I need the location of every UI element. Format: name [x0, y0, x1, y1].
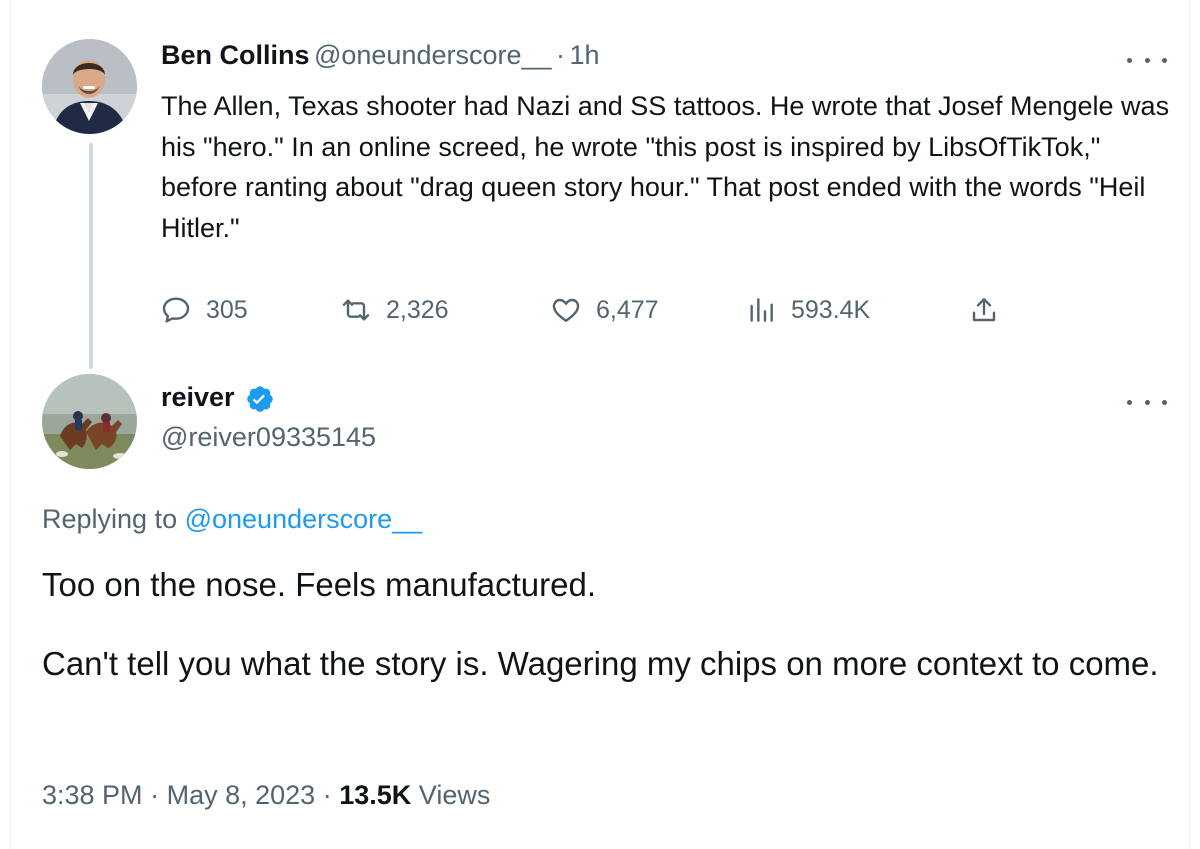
- reply-more-options-button[interactable]: [1127, 392, 1167, 412]
- heart-icon: [552, 298, 580, 322]
- like-count: 6,477: [596, 295, 659, 324]
- more-dot-icon: [1162, 57, 1167, 63]
- reply-tweet-text: Too on the nose. Feels manufactured. Can…: [42, 563, 1162, 685]
- original-author-handle[interactable]: @oneunderscore__: [314, 40, 552, 70]
- original-author-name[interactable]: Ben Collins: [161, 40, 310, 70]
- retweet-button[interactable]: 2,326: [340, 290, 449, 330]
- more-dot-icon: [1127, 57, 1132, 63]
- reply-views-count: 13.5K: [339, 780, 412, 810]
- more-dot-icon: [1144, 399, 1150, 405]
- header-separator: ·: [556, 40, 565, 70]
- retweet-icon: [342, 299, 370, 321]
- views-button[interactable]: 593.4K: [745, 290, 870, 330]
- more-dot-icon: [1144, 57, 1150, 63]
- reply-author-name-row: reiver: [161, 382, 275, 417]
- like-button[interactable]: 6,477: [550, 290, 659, 330]
- reply-date[interactable]: May 8, 2023: [167, 780, 316, 810]
- reply-views-label: Views: [418, 780, 491, 810]
- original-time-ago[interactable]: 1h: [569, 40, 599, 70]
- retweet-count: 2,326: [386, 295, 449, 324]
- original-tweet-text: The Allen, Texas shooter had Nazi and SS…: [161, 91, 1170, 243]
- reply-icon: [162, 297, 190, 323]
- view-count: 593.4K: [791, 295, 871, 324]
- analytics-icon: [750, 298, 773, 322]
- share-icon: [972, 298, 996, 322]
- ben-collins-avatar[interactable]: [42, 39, 137, 134]
- reply-author-name[interactable]: reiver: [161, 382, 235, 412]
- thread-connector-line: [89, 143, 93, 369]
- meta-separator: ·: [150, 780, 160, 810]
- reply-author-handle[interactable]: @reiver09335145: [161, 422, 376, 452]
- replying-to-label: Replying to: [42, 504, 185, 534]
- share-button[interactable]: [968, 290, 1000, 330]
- reply-count: 305: [206, 295, 248, 324]
- reply-meta-line: 3:38 PM · May 8, 2023 · 13.5K Views: [42, 780, 490, 811]
- replying-to-handle-link[interactable]: @oneunderscore__: [185, 504, 423, 534]
- original-tweet-header: Ben Collins @oneunderscore__ · 1h: [161, 40, 600, 71]
- reiver-avatar[interactable]: [42, 374, 137, 469]
- reply-text-paragraph: Can't tell you what the story is. Wageri…: [42, 645, 1159, 682]
- replying-to-line: Replying to @oneunderscore__: [42, 504, 422, 535]
- reply-time[interactable]: 3:38 PM: [42, 780, 143, 810]
- meta-separator: ·: [322, 780, 332, 810]
- reply-text-paragraph: Too on the nose. Feels manufactured.: [42, 566, 597, 603]
- more-dot-icon: [1127, 399, 1132, 405]
- more-dot-icon: [1162, 399, 1167, 405]
- original-more-options-button[interactable]: [1127, 50, 1167, 70]
- reply-button[interactable]: 305: [160, 290, 248, 330]
- verified-badge-icon: [247, 385, 273, 412]
